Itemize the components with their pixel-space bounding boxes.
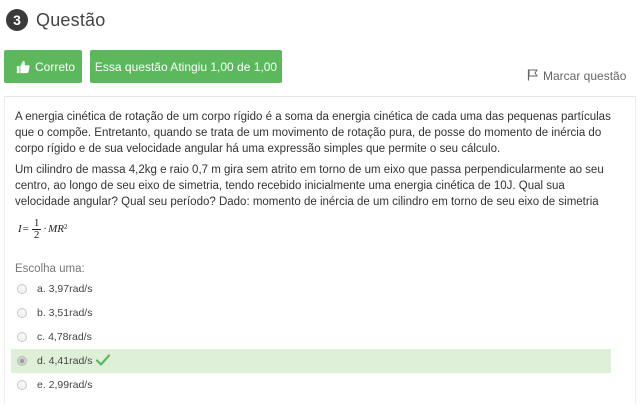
formula-numerator: 1 — [31, 216, 42, 230]
answer-radio-e[interactable] — [17, 380, 27, 390]
question-content: A energia cinética de rotação de um corp… — [4, 96, 636, 404]
answer-label-a[interactable]: a. 3,97rad/s — [37, 283, 92, 295]
question-header: 3 Questão — [6, 8, 105, 32]
answer-option-b[interactable]: b. 3,51rad/s — [11, 301, 611, 325]
formula-lhs: I — [18, 223, 22, 235]
formula-equals: = — [22, 223, 29, 235]
choices-prompt: Escolha uma: — [15, 263, 85, 275]
answer-label-c[interactable]: c. 4,78rad/s — [37, 331, 92, 343]
status-label: Correto — [35, 59, 76, 74]
question-number-badge: 3 — [6, 9, 28, 31]
status-correct-badge: Correto — [4, 50, 82, 83]
inertia-formula: I = 1 2 · MR 2 — [18, 215, 67, 243]
answer-radio-a[interactable] — [17, 284, 27, 294]
question-text-paragraph-2: Um cilindro de massa 4,2kg e raio 0,7 m … — [15, 164, 604, 208]
answer-option-d[interactable]: d. 4,41rad/s — [11, 349, 611, 373]
flag-label[interactable]: Marcar questão — [543, 69, 626, 83]
formula-fraction: 1 2 — [31, 216, 42, 241]
answer-radio-c[interactable] — [17, 332, 27, 342]
answer-option-a[interactable]: a. 3,97rad/s — [11, 277, 611, 301]
score-badge: Essa questão Atingiu 1,00 de 1,00 — [90, 50, 282, 83]
answer-label-e[interactable]: e. 2,99rad/s — [37, 379, 92, 391]
answer-label-b[interactable]: b. 3,51rad/s — [37, 307, 92, 319]
formula-exponent: 2 — [63, 223, 68, 231]
question-title: Questão — [36, 9, 106, 30]
checkmark-icon — [92, 353, 111, 369]
flag-icon — [527, 68, 543, 84]
formula-dot: · — [43, 223, 48, 235]
answer-label-d[interactable]: d. 4,41rad/s — [37, 355, 92, 367]
answer-radio-b[interactable] — [17, 308, 27, 318]
formula-rhs: MR — [48, 223, 64, 235]
formula-denominator: 2 — [33, 228, 40, 241]
question-text-paragraph-1: A energia cinética de rotação de um corp… — [15, 111, 611, 155]
answer-option-c[interactable]: c. 4,78rad/s — [11, 325, 611, 349]
flag-question-link[interactable]: Marcar questão — [527, 68, 626, 84]
score-label: Essa questão Atingiu 1,00 de 1,00 — [94, 59, 278, 74]
thumbs-up-icon — [16, 60, 30, 74]
answer-radio-d[interactable] — [17, 356, 27, 366]
answer-option-e[interactable]: e. 2,99rad/s — [11, 373, 611, 397]
